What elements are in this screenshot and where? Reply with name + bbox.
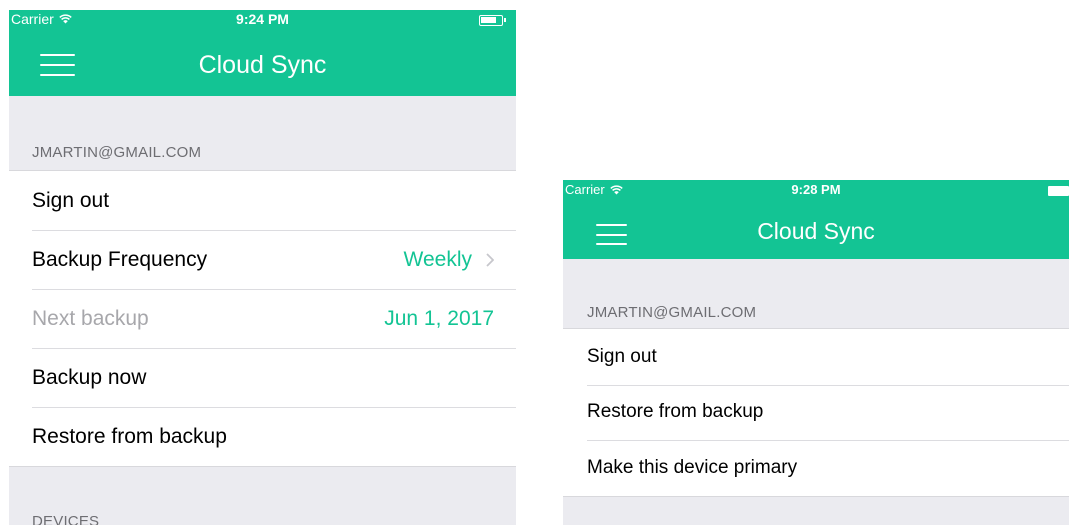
page-title: Cloud Sync bbox=[198, 51, 327, 79]
row-label: Sign out bbox=[32, 188, 110, 212]
battery-icon bbox=[479, 15, 506, 26]
restore-from-backup-row[interactable]: Restore from backup bbox=[9, 407, 516, 466]
clock: 9:24 PM bbox=[236, 11, 289, 27]
backup-frequency-value: Weekly bbox=[404, 248, 494, 272]
navigation-bar: Carrier 9:28 PM Cloud Sync bbox=[563, 180, 1069, 259]
backup-now-row[interactable]: Backup now bbox=[9, 348, 516, 407]
next-backup-row: Next backup Jun 1, 2017 bbox=[9, 289, 516, 348]
devices-section-header: DEVICES bbox=[32, 513, 100, 525]
row-label: Backup Frequency bbox=[32, 247, 208, 271]
status-bar: Carrier 9:28 PM bbox=[563, 182, 1069, 200]
account-section-header: JMARTIN@GMAIL.COM bbox=[587, 304, 757, 321]
make-device-primary-row[interactable]: Make this device primary bbox=[563, 440, 1069, 496]
page-title: Cloud Sync bbox=[757, 218, 875, 244]
next-backup-date: Jun 1, 2017 bbox=[384, 306, 494, 330]
cloud-sync-screen-primary: Carrier 9:24 PM Cloud Sync JMARTIN@GMAIL… bbox=[9, 10, 516, 525]
row-label: Next backup bbox=[32, 306, 149, 330]
row-label: Restore from backup bbox=[587, 401, 764, 423]
cloud-sync-screen-secondary: Carrier 9:28 PM Cloud Sync JMARTIN@GMAIL… bbox=[563, 180, 1069, 525]
row-label: Make this device primary bbox=[587, 456, 798, 478]
sign-out-row[interactable]: Sign out bbox=[9, 171, 516, 230]
row-label: Backup now bbox=[32, 365, 147, 389]
battery-icon bbox=[1048, 186, 1069, 196]
backup-frequency-row[interactable]: Backup Frequency Weekly bbox=[9, 230, 516, 289]
sign-out-row[interactable]: Sign out bbox=[563, 329, 1069, 385]
row-value-text: Weekly bbox=[403, 247, 472, 271]
navigation-bar: Carrier 9:24 PM Cloud Sync bbox=[9, 10, 516, 96]
chevron-right-icon bbox=[486, 252, 494, 267]
restore-from-backup-row[interactable]: Restore from backup bbox=[563, 384, 1069, 441]
status-bar: Carrier 9:24 PM bbox=[9, 11, 516, 31]
account-settings-list: Sign out Restore from backup Make this d… bbox=[563, 328, 1069, 497]
row-label: Restore from backup bbox=[32, 424, 227, 448]
row-label: Sign out bbox=[587, 345, 657, 367]
account-settings-list: Sign out Backup Frequency Weekly Next ba… bbox=[9, 170, 516, 467]
account-section-header: JMARTIN@GMAIL.COM bbox=[32, 144, 202, 161]
clock: 9:28 PM bbox=[791, 182, 841, 197]
